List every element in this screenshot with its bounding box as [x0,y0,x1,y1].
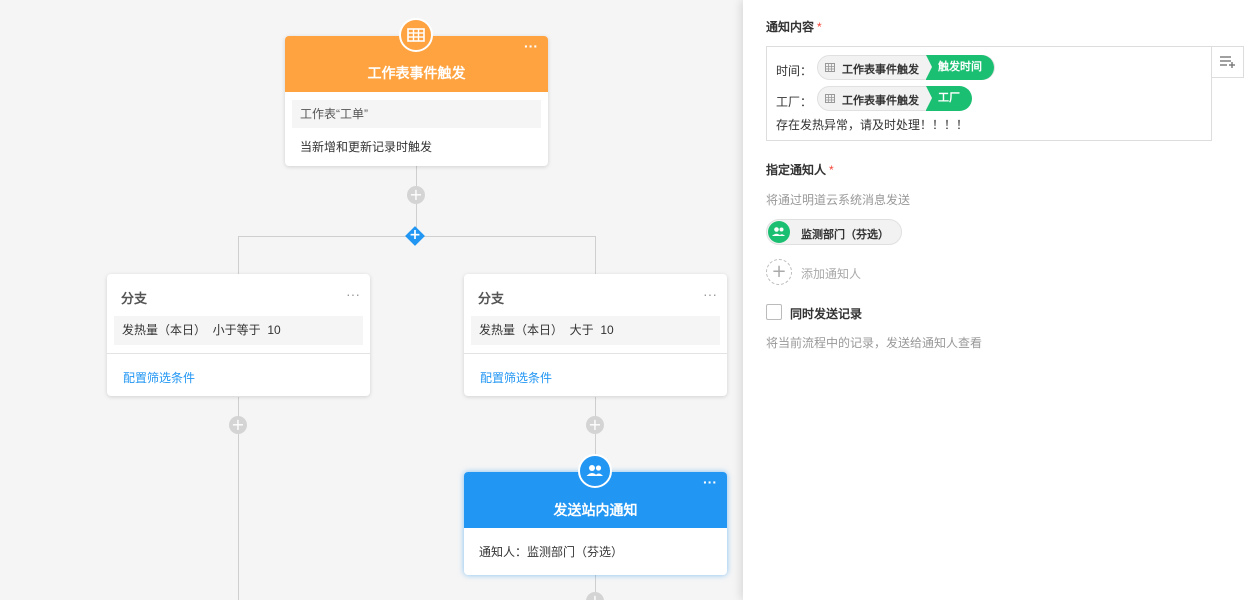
notification-content-editor[interactable]: 时间： 工作表事件触发 触发时间 工厂： 工作表事件触发 工厂 存在发热异常，请… [766,46,1212,141]
table-icon [825,63,835,72]
branch-filter: 发热量（本日） 小于等于 10 [114,316,363,345]
trigger-condition: 当新增和更新记录时触发 [300,140,433,154]
branch-filter: 发热量（本日） 大于 10 [471,316,720,345]
more-options-icon[interactable]: ··· [703,287,717,301]
plus-icon: + [409,227,421,243]
branch-title: 分支 [121,291,148,306]
send-record-hint: 将当前流程中的记录，发送给通知人查看 [766,336,983,350]
recipient-chip[interactable]: 监测部门（芬选） [766,219,902,245]
node-settings-panel: 通知内容 * 时间： 工作表事件触发 触发时间 工厂： 工作表事件触发 工厂 存… [743,0,1260,600]
send-record-checkbox[interactable] [766,304,782,320]
field-tag-source: 工作表事件触发 [842,95,919,107]
add-node-button[interactable]: + [229,416,247,434]
branch-node[interactable]: 分支 ··· 发热量（本日） 小于等于 10 配置筛选条件 [107,274,370,396]
recipient-label: 指定通知人 * [766,161,834,178]
notify-recipient: 通知人：监测部门（芬选） [479,545,624,559]
send-record-label[interactable]: 同时发送记录 [790,305,862,322]
content-message: 存在发热异常，请及时处理！！！！ [776,118,969,132]
insert-field-button[interactable] [1211,46,1244,78]
more-options-icon[interactable]: ··· [703,475,717,489]
recipient-label-text: 指定通知人 [766,163,827,177]
workflow-canvas[interactable]: + + + + + 工作表事件触发 ··· 工作表“工单” 当新增和更新记录时触… [0,0,743,600]
notify-node[interactable]: 发送站内通知 ··· 通知人：监测部门（芬选） [464,454,727,575]
branch-node[interactable]: 分支 ··· 发热量（本日） 大于 10 配置筛选条件 [464,274,727,396]
configure-filter-link[interactable]: 配置筛选条件 [464,354,727,386]
insert-field-icon [1220,56,1235,68]
trigger-node[interactable]: 工作表事件触发 ··· 工作表“工单” 当新增和更新记录时触发 [285,18,548,166]
field-tag-source: 工作表事件触发 [842,64,919,76]
more-options-icon[interactable]: ··· [524,39,538,53]
table-icon [825,94,835,103]
connector-line [238,236,239,274]
trigger-sheet: 工作表“工单” [292,100,541,128]
recipient-hint: 将通过明道云系统消息发送 [766,193,911,207]
trigger-node-title: 工作表事件触发 [367,65,466,81]
table-icon [399,18,433,52]
notify-node-title: 发送站内通知 [553,502,638,518]
field-tag[interactable]: 工作表事件触发 触发时间 [817,55,995,80]
required-mark: * [829,163,834,177]
add-recipient-button[interactable]: + [766,259,792,285]
more-options-icon[interactable]: ··· [346,287,360,301]
add-node-button[interactable]: + [407,186,425,204]
content-line-prefix: 工厂： [776,95,813,109]
content-line-prefix: 时间： [776,64,813,78]
field-tag[interactable]: 工作表事件触发 工厂 [817,86,972,111]
required-mark: * [817,20,822,34]
add-node-button[interactable]: + [586,592,604,600]
add-branch-button[interactable]: + [405,226,425,246]
content-label-text: 通知内容 [766,20,815,34]
add-node-button[interactable]: + [586,416,604,434]
users-icon [768,221,790,243]
field-tag-field: 工厂 [926,86,972,111]
users-icon [578,454,612,488]
add-recipient-label[interactable]: 添加通知人 [801,265,861,282]
field-tag-field: 触发时间 [926,55,994,80]
content-label: 通知内容 * [766,18,822,35]
recipient-chip-label: 监测部门（芬选） [801,229,889,241]
connector-line [595,236,596,274]
configure-filter-link[interactable]: 配置筛选条件 [107,354,370,386]
branch-title: 分支 [478,291,505,306]
